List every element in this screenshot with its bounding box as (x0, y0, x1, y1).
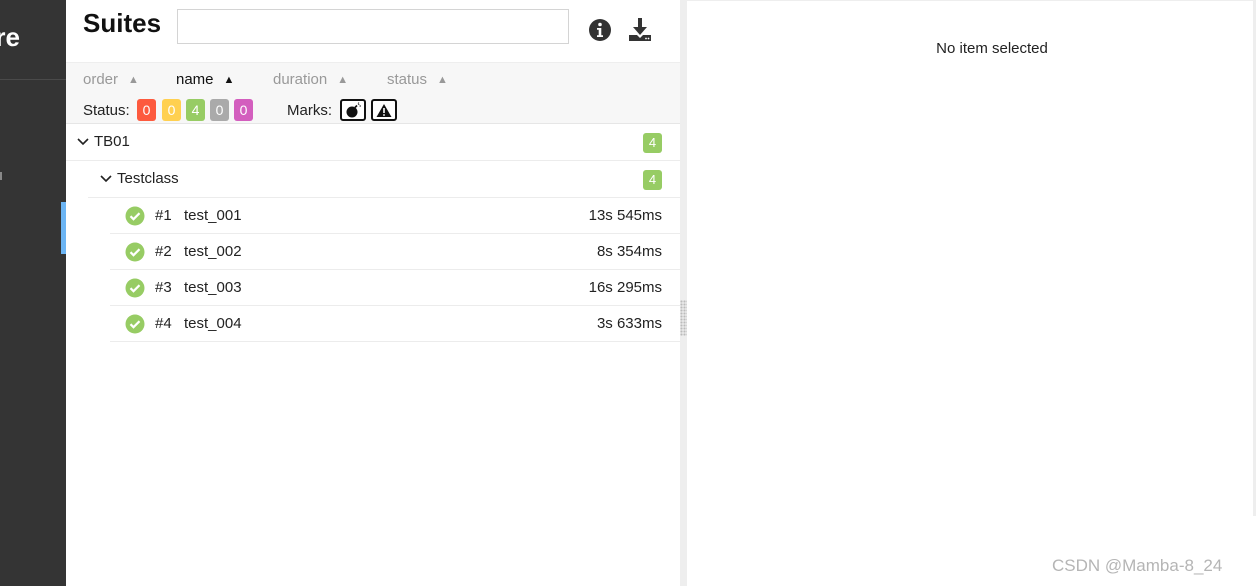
subgroup-passed-count: 4 (643, 170, 662, 190)
sort-by-name[interactable]: name ▲︎ (176, 71, 234, 88)
sort-duration-label: duration (273, 71, 328, 88)
suites-header: Suites (66, 0, 680, 62)
status-filter-unknown[interactable]: 0 (234, 99, 253, 121)
test-number: #3 (155, 279, 172, 296)
warning-mark-toggle[interactable] (371, 99, 397, 121)
warning-icon (376, 103, 392, 117)
test-duration: 13s 545ms (588, 207, 662, 224)
test-row[interactable]: #2 test_002 8s 354ms (110, 234, 680, 270)
download-icon[interactable] (627, 17, 653, 43)
sort-name-label: name (176, 71, 214, 88)
status-filter-skipped[interactable]: 0 (210, 99, 229, 121)
sort-icon: ▲︎ (223, 74, 235, 86)
bomb-icon (346, 102, 361, 118)
test-row[interactable]: #3 test_003 16s 295ms (110, 270, 680, 306)
empty-state-message: No item selected (936, 40, 1048, 57)
pane-resize-handle[interactable] (680, 0, 687, 586)
tree-controls: order ▲︎ name ▲︎ duration ▲︎ status ▲︎ Statu… (66, 62, 680, 124)
status-filter-failed[interactable]: 0 (137, 99, 156, 121)
passed-check-icon (125, 242, 145, 262)
drag-grip-icon (680, 300, 687, 336)
test-name: test_001 (184, 207, 242, 224)
search-input[interactable] (177, 9, 569, 44)
status-filter-label: Status: (83, 102, 130, 119)
subgroup-name: Testclass (117, 170, 179, 187)
test-name: test_002 (184, 243, 242, 260)
sort-icon: ▲︎ (337, 74, 349, 86)
sort-status-label: status (387, 71, 428, 88)
sidebar-divider (0, 79, 66, 80)
sort-by-duration[interactable]: duration ▲︎ (273, 71, 348, 88)
page-title: Suites (83, 8, 162, 38)
tree-group-testclass[interactable]: Testclass 4 (88, 161, 680, 198)
chevron-down-icon[interactable] (100, 174, 112, 184)
brand-text: re (0, 22, 20, 52)
passed-check-icon (125, 206, 145, 226)
group-passed-count: 4 (643, 133, 662, 153)
test-number: #2 (155, 243, 172, 260)
test-row[interactable]: #4 test_004 3s 633ms (110, 306, 680, 342)
sort-order-label: order (83, 71, 119, 88)
sort-by-status[interactable]: status ▲︎ (387, 71, 448, 88)
detail-pane: No item selected (687, 0, 1256, 586)
sort-icon: ▲︎ (437, 74, 448, 86)
test-number: #1 (155, 207, 172, 224)
passed-check-icon (125, 278, 145, 298)
flaky-mark-toggle[interactable] (340, 99, 366, 121)
status-filter-passed[interactable]: 4 (186, 99, 205, 121)
suites-pane: Suites order ▲︎ name ▲︎ duration ▲︎ status ▲… (66, 0, 680, 586)
test-row[interactable]: #1 test_001 13s 545ms (110, 198, 680, 234)
test-number: #4 (155, 315, 172, 332)
info-icon[interactable] (587, 17, 613, 43)
test-duration: 16s 295ms (588, 279, 662, 296)
sidebar-item-marker (0, 172, 2, 180)
test-duration: 3s 633ms (596, 315, 662, 332)
sidebar: re (0, 0, 66, 586)
status-filter-broken[interactable]: 0 (162, 99, 181, 121)
watermark: CSDN @Mamba-8_24 (1052, 556, 1223, 575)
tree-group-tb01[interactable]: TB01 4 (66, 124, 680, 161)
sort-by-order[interactable]: order ▲︎ (83, 71, 139, 88)
sort-icon: ▲︎ (128, 74, 139, 86)
test-name: test_003 (184, 279, 242, 296)
marks-filter-label: Marks: (287, 102, 332, 119)
group-name: TB01 (94, 133, 130, 150)
test-duration: 8s 354ms (596, 243, 662, 260)
test-name: test_004 (184, 315, 242, 332)
passed-check-icon (125, 314, 145, 334)
chevron-down-icon[interactable] (77, 137, 89, 147)
brand-logo[interactable]: re (0, 22, 66, 62)
